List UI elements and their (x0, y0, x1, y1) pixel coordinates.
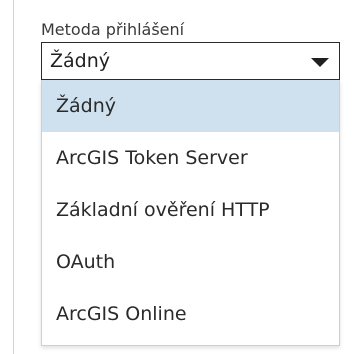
login-method-dropdown-list: Žádný ArcGIS Token Server Základní ověře… (41, 80, 340, 346)
option-arcgis-online[interactable]: ArcGIS Online (42, 288, 339, 340)
option-basic-http-auth[interactable]: Základní ověření HTTP (42, 184, 339, 236)
option-arcgis-token-server[interactable]: ArcGIS Token Server (42, 132, 339, 184)
login-method-selected-value: Žádný (50, 50, 111, 72)
option-oauth[interactable]: OAuth (42, 236, 339, 288)
option-none[interactable]: Žádný (42, 80, 339, 132)
login-method-select[interactable]: Žádný (41, 42, 340, 80)
chevron-down-icon[interactable] (311, 58, 329, 67)
login-method-label: Metoda přihlášení (41, 20, 185, 39)
panel-divider (13, 0, 14, 354)
login-method-panel: Metoda přihlášení Žádný Žádný ArcGIS Tok… (0, 0, 356, 354)
